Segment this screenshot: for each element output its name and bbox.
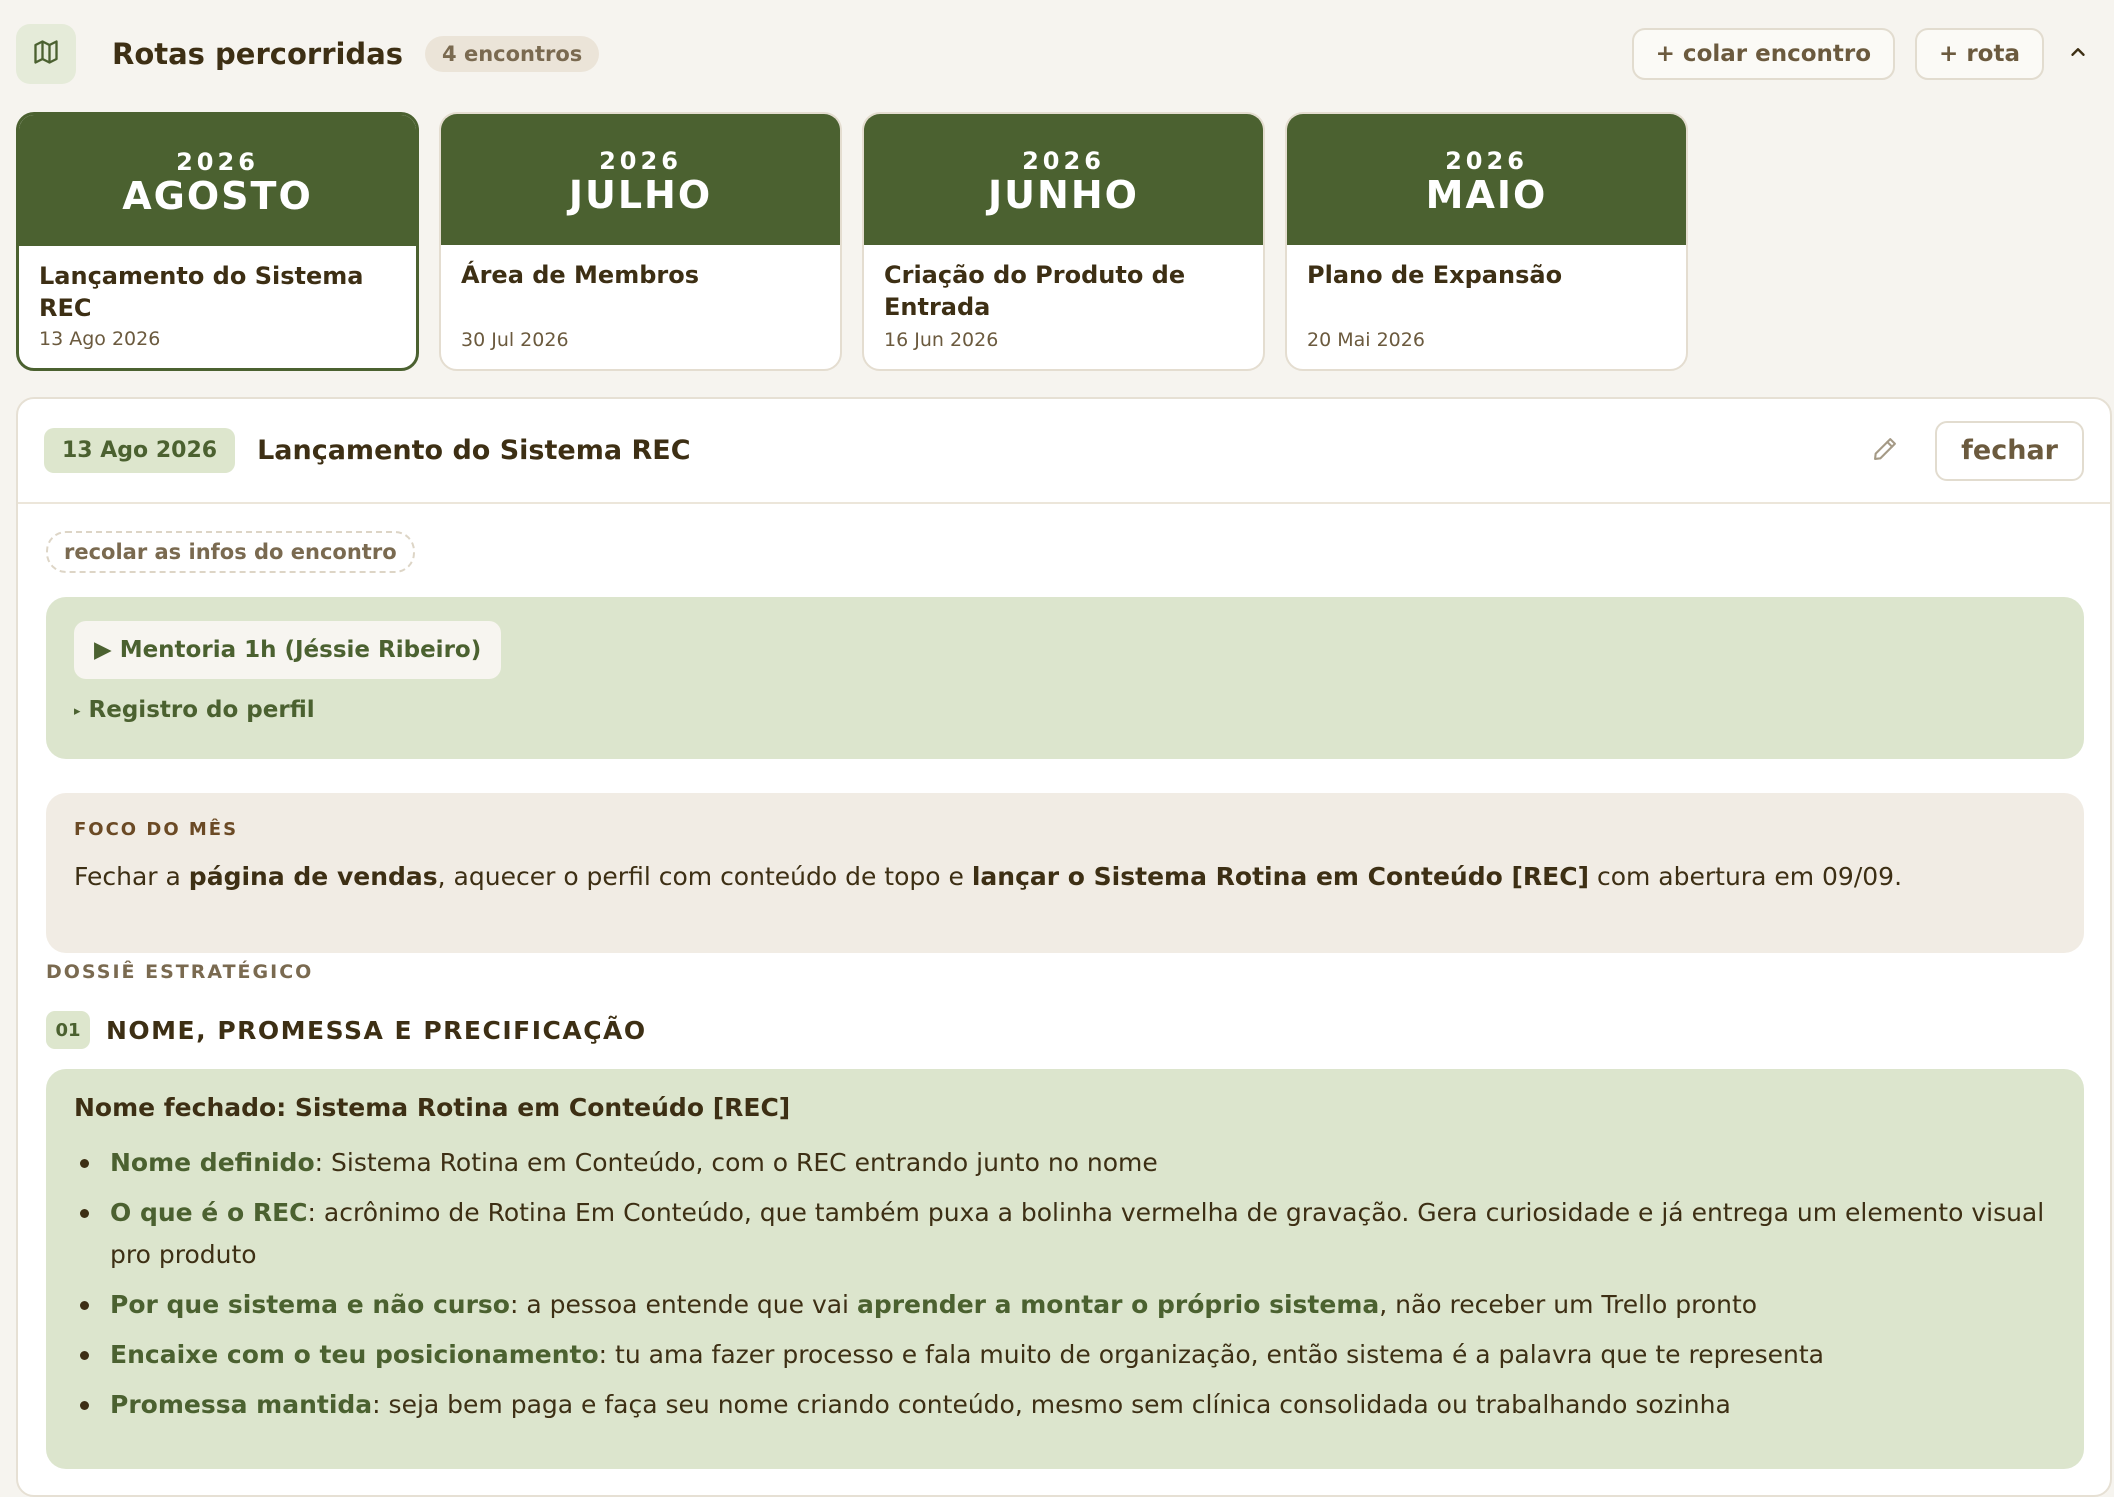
- bullet-key: aprender a montar o próprio sistema: [856, 1290, 1380, 1319]
- list-item: Por que sistema e não curso: a pessoa en…: [74, 1284, 2056, 1326]
- bullet-text: : seja bem paga e faça seu nome criando …: [372, 1390, 1731, 1419]
- focus-highlight: página de vendas: [188, 862, 438, 891]
- bullet-key: Promessa mantida: [110, 1390, 373, 1419]
- card-title: Área de Membros: [461, 261, 700, 289]
- bullet-text: : Sistema Rotina em Conteúdo, com o REC …: [314, 1148, 1158, 1177]
- card-header: 2026 JULHO: [441, 114, 840, 245]
- name-bullet-list: Nome definido: Sistema Rotina em Conteúd…: [74, 1142, 2056, 1426]
- card-header: 2026 AGOSTO: [19, 115, 416, 246]
- route-card-julho[interactable]: 2026 JULHO Área de Membros 30 Jul 2026: [439, 112, 842, 371]
- section-number: 01: [46, 1011, 90, 1049]
- card-body: Criação do Produto de Entrada: [864, 245, 1263, 323]
- list-item: Encaixe com o teu posicionamento: tu ama…: [74, 1334, 2056, 1376]
- bullet-text: , não receber um Trello pronto: [1379, 1290, 1758, 1319]
- card-month: JULHO: [568, 172, 713, 217]
- card-date: 30 Jul 2026: [461, 329, 569, 351]
- bullet-text: : a pessoa entende que vai: [509, 1290, 857, 1319]
- bullet-text: : acrônimo de Rotina Em Conteúdo, que ta…: [110, 1198, 2045, 1269]
- bullet-key: Nome definido: [110, 1148, 315, 1177]
- card-year: 2026: [1445, 146, 1528, 175]
- month-focus-box: FOCO DO MÊS Fechar a página de vendas, a…: [46, 793, 2084, 953]
- card-month: AGOSTO: [122, 173, 313, 218]
- card-date: 16 Jun 2026: [884, 329, 999, 351]
- detail-title: Lançamento do Sistema REC: [257, 435, 691, 466]
- card-body: Lançamento do Sistema REC: [19, 246, 416, 324]
- list-item: O que é o REC: acrônimo de Rotina Em Con…: [74, 1192, 2056, 1276]
- bullet-key: Por que sistema e não curso: [110, 1290, 510, 1319]
- section-title: NOME, PROMESSA E PRECIFICAÇÃO: [106, 1015, 647, 1045]
- card-header: 2026 MAIO: [1287, 114, 1686, 245]
- card-year: 2026: [599, 146, 682, 175]
- encounter-detail-panel: 13 Ago 2026 Lançamento do Sistema REC fe…: [16, 397, 2112, 1497]
- card-body: Plano de Expansão: [1287, 245, 1686, 323]
- card-title: Plano de Expansão: [1307, 261, 1563, 289]
- name-section-box: Nome fechado: Sistema Rotina em Conteúdo…: [46, 1069, 2084, 1469]
- name-heading: Nome fechado: Sistema Rotina em Conteúdo…: [74, 1093, 791, 1122]
- bullet-key: O que é o REC: [110, 1198, 308, 1227]
- page-title: Rotas percorridas: [112, 37, 404, 71]
- month-focus-text: Fechar a página de vendas, aquecer o per…: [74, 862, 2056, 891]
- route-cards: 2026 AGOSTO Lançamento do Sistema REC 13…: [16, 112, 1688, 371]
- bullet-key: Encaixe com o teu posicionamento: [110, 1340, 599, 1369]
- card-title: Criação do Produto de Entrada: [884, 261, 1186, 321]
- card-date: 13 Ago 2026: [39, 328, 161, 350]
- close-button[interactable]: fechar: [1935, 420, 2084, 481]
- card-date: 20 Mai 2026: [1307, 329, 1425, 351]
- encounter-count-badge: 4 encontros: [425, 36, 600, 72]
- paste-encounter-button[interactable]: + colar encontro: [1631, 28, 1896, 80]
- profile-record-toggle[interactable]: ▸ Registro do perfil: [74, 697, 315, 723]
- pencil-icon: [1871, 435, 1899, 467]
- top-bar: Rotas percorridas 4 encontros + colar en…: [16, 24, 2098, 84]
- card-month: MAIO: [1425, 172, 1548, 217]
- mentoria-toggle[interactable]: ▶ Mentoria 1h (Jéssie Ribeiro): [74, 621, 502, 679]
- detail-date-badge: 13 Ago 2026: [44, 428, 236, 473]
- caret-right-icon: ▸: [74, 704, 81, 719]
- route-card-junho[interactable]: 2026 JUNHO Criação do Produto de Entrada…: [862, 112, 1265, 371]
- card-title: Lançamento do Sistema REC: [39, 262, 364, 322]
- month-focus-label: FOCO DO MÊS: [74, 819, 239, 840]
- focus-text-part: Fechar a: [74, 862, 189, 891]
- focus-highlight: lançar o Sistema Rotina em Conteúdo [REC…: [971, 862, 1590, 891]
- chevron-up-icon: [2067, 41, 2089, 67]
- section-header: 01 NOME, PROMESSA E PRECIFICAÇÃO: [46, 1011, 647, 1049]
- collapse-button[interactable]: [2058, 28, 2098, 80]
- edit-button[interactable]: [1865, 435, 1905, 467]
- card-year: 2026: [1022, 146, 1105, 175]
- card-month: JUNHO: [988, 172, 1139, 217]
- card-body: Área de Membros: [441, 245, 840, 323]
- detail-header: 13 Ago 2026 Lançamento do Sistema REC fe…: [18, 399, 2110, 504]
- profile-record-label: Registro do perfil: [88, 697, 315, 723]
- map-icon: [32, 38, 60, 70]
- route-card-maio[interactable]: 2026 MAIO Plano de Expansão 20 Mai 2026: [1285, 112, 1688, 371]
- route-card-agosto[interactable]: 2026 AGOSTO Lançamento do Sistema REC 13…: [16, 112, 419, 371]
- bullet-text: : tu ama fazer processo e fala muito de …: [598, 1340, 1824, 1369]
- card-year: 2026: [176, 147, 259, 176]
- strategic-dossier-label: DOSSIÊ ESTRATÉGICO: [46, 961, 314, 983]
- list-item: Promessa mantida: seja bem paga e faça s…: [74, 1384, 2056, 1426]
- list-item: Nome definido: Sistema Rotina em Conteúd…: [74, 1142, 2056, 1184]
- card-header: 2026 JUNHO: [864, 114, 1263, 245]
- focus-text-part: com abertura em 09/09.: [1589, 862, 1903, 891]
- map-button[interactable]: [16, 24, 76, 84]
- add-route-button[interactable]: + rota: [1915, 28, 2044, 80]
- focus-text-part: , aquecer o perfil com conteúdo de topo …: [437, 862, 972, 891]
- mentoria-box: ▶ Mentoria 1h (Jéssie Ribeiro) ▸ Registro…: [46, 597, 2084, 759]
- repaste-info-button[interactable]: recolar as infos do encontro: [46, 531, 415, 573]
